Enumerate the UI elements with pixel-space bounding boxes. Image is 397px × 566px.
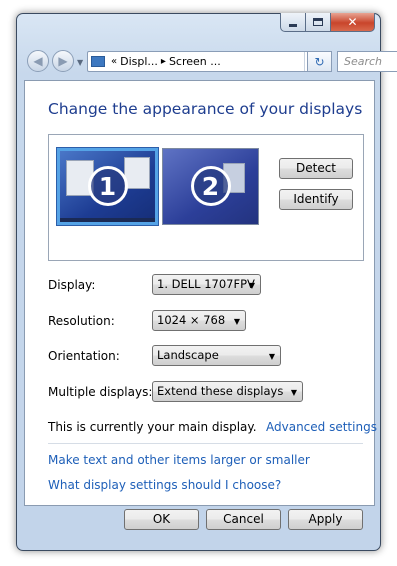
chevron-down-icon: ▼: [290, 388, 297, 397]
chevron-down-icon: ▼: [233, 317, 240, 326]
back-button[interactable]: ◀: [27, 50, 49, 72]
resolution-select[interactable]: 1024 × 768 ▼: [152, 310, 246, 331]
search-input[interactable]: Search: [337, 51, 397, 72]
display-help-link[interactable]: What display settings should I choose?: [48, 478, 281, 492]
close-icon: ✕: [347, 15, 358, 29]
orientation-label: Orientation:: [48, 349, 120, 363]
monitor-2[interactable]: 2: [162, 148, 259, 225]
address-bar[interactable]: « Displ... ▸ Screen ... ▼: [87, 51, 320, 72]
monitor-1[interactable]: 1: [57, 148, 158, 225]
chevron-down-icon: ▼: [248, 281, 255, 290]
monitor-number: 2: [190, 165, 231, 206]
taskbar-thumbnail: [60, 218, 155, 222]
refresh-icon: ↻: [314, 54, 325, 69]
breadcrumb-item[interactable]: Displ...: [120, 55, 158, 68]
breadcrumb-overflow-icon[interactable]: «: [111, 56, 117, 67]
display-select[interactable]: 1. DELL 1707FPV ▼: [152, 274, 261, 295]
orientation-select[interactable]: Landscape ▼: [152, 345, 281, 366]
multiple-displays-select[interactable]: Extend these displays ▼: [152, 381, 303, 402]
display-select-value: 1. DELL 1707FPV: [157, 277, 255, 291]
resolution-select-value: 1024 × 768: [157, 313, 226, 327]
recent-pages-dropdown[interactable]: ▼: [77, 58, 83, 67]
apply-button[interactable]: Apply: [288, 509, 363, 530]
advanced-settings-link[interactable]: Advanced settings: [266, 420, 377, 434]
content-panel: Change the appearance of your displays 1…: [24, 80, 377, 506]
text-size-link[interactable]: Make text and other items larger or smal…: [48, 453, 310, 467]
display-preview-area: 1 2 Detect Identify: [48, 134, 364, 261]
monitor-number: 1: [87, 165, 128, 206]
chevron-down-icon: ▼: [268, 352, 275, 361]
multiple-displays-label: Multiple displays:: [48, 385, 153, 399]
refresh-button[interactable]: ↻: [307, 51, 332, 72]
maximize-button[interactable]: [306, 13, 331, 32]
minimize-button[interactable]: [280, 13, 306, 32]
minimize-icon: [289, 23, 297, 27]
orientation-select-value: Landscape: [157, 348, 219, 362]
back-arrow-icon: ◀: [33, 54, 43, 68]
close-button[interactable]: ✕: [331, 13, 375, 32]
display-label: Display:: [48, 278, 96, 292]
resolution-label: Resolution:: [48, 314, 115, 328]
maximize-icon: [313, 18, 323, 26]
cancel-button[interactable]: Cancel: [206, 509, 281, 530]
identify-button[interactable]: Identify: [279, 189, 353, 210]
navigation-bar: ◀ ▶ ▼ « Displ... ▸ Screen ... ▼ ↻ Search: [24, 49, 397, 75]
ok-button[interactable]: OK: [124, 509, 199, 530]
divider: [48, 443, 363, 444]
multiple-displays-select-value: Extend these displays: [157, 384, 284, 398]
forward-button[interactable]: ▶: [52, 50, 74, 72]
page-title: Change the appearance of your displays: [48, 100, 363, 118]
detect-button[interactable]: Detect: [279, 158, 353, 179]
forward-arrow-icon: ▶: [58, 54, 68, 68]
desktop-window-thumbnail: [124, 157, 150, 189]
control-panel-icon: [91, 56, 105, 67]
breadcrumb-item[interactable]: Screen ...: [169, 55, 221, 68]
display-settings-window: ✕ ◀ ▶ ▼ « Displ... ▸ Screen ... ▼ ↻ Sear…: [16, 13, 397, 551]
caption-buttons: ✕: [280, 13, 375, 32]
main-display-status: This is currently your main display.: [48, 420, 257, 434]
breadcrumb-chevron-icon[interactable]: ▸: [161, 56, 166, 67]
